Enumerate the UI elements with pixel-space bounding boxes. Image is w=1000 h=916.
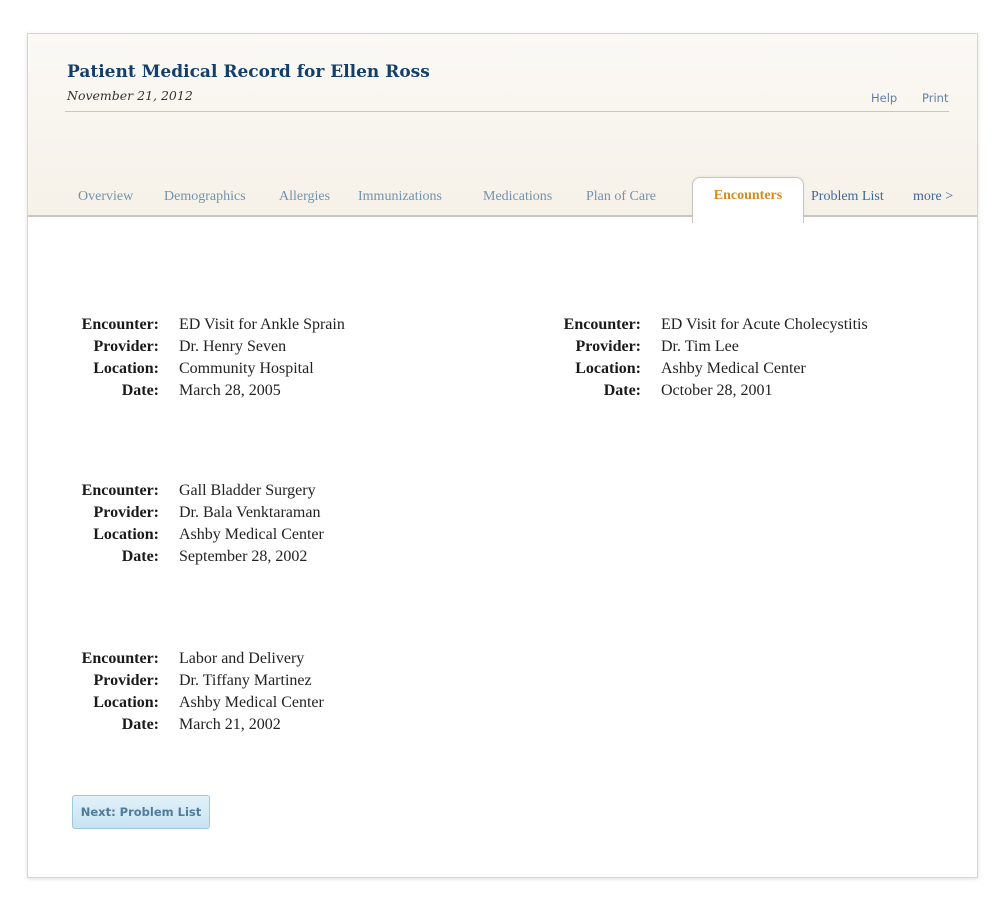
tab-encounters[interactable]: Encounters (692, 177, 804, 223)
encounter-label: Encounter: (81, 650, 159, 667)
page-title: Patient Medical Record for Ellen Ross (67, 62, 430, 82)
tab-bar: Overview Demographics Allergies Immuniza… (28, 177, 977, 223)
date-value: March 21, 2002 (179, 716, 281, 733)
print-link[interactable]: Print (922, 91, 948, 105)
location-label: Location: (93, 360, 159, 377)
tab-more[interactable]: more > (913, 189, 953, 205)
provider-value: Dr. Tim Lee (661, 338, 739, 355)
encounter-value: ED Visit for Ankle Sprain (179, 316, 345, 333)
date-label: Date: (603, 382, 641, 399)
encounter-label: Encounter: (81, 482, 159, 499)
encounter-entry: Encounter: ED Visit for Acute Cholecystit… (548, 314, 868, 402)
tab-allergies[interactable]: Allergies (279, 189, 330, 205)
tab-plan-of-care[interactable]: Plan of Care (586, 189, 656, 205)
encounter-entry: Encounter: Gall Bladder Surgery Provider:… (66, 480, 324, 568)
tab-overview[interactable]: Overview (78, 189, 133, 205)
date-value: March 28, 2005 (179, 382, 281, 399)
provider-value: Dr. Bala Venktaraman (179, 504, 321, 521)
provider-label: Provider: (93, 338, 159, 355)
location-label: Location: (575, 360, 641, 377)
tab-problem-list[interactable]: Problem List (811, 189, 884, 205)
location-value: Ashby Medical Center (179, 526, 324, 543)
date-label: Date: (121, 548, 159, 565)
provider-value: Dr. Tiffany Martinez (179, 672, 312, 689)
location-value: Ashby Medical Center (179, 694, 324, 711)
date-label: Date: (121, 716, 159, 733)
provider-label: Provider: (575, 338, 641, 355)
next-problem-list-button[interactable]: Next: Problem List (72, 795, 210, 829)
date-value: September 28, 2002 (179, 548, 308, 565)
date-value: October 28, 2001 (661, 382, 773, 399)
encounter-value: ED Visit for Acute Cholecystitis (661, 316, 868, 333)
encounter-entry: Encounter: Labor and Delivery Provider: Dr… (66, 648, 324, 736)
record-header: Patient Medical Record for Ellen Ross No… (28, 34, 977, 223)
record-card: Patient Medical Record for Ellen Ross No… (27, 33, 978, 878)
provider-value: Dr. Henry Seven (179, 338, 287, 355)
provider-label: Provider: (93, 504, 159, 521)
encounter-label: Encounter: (563, 316, 641, 333)
location-value: Ashby Medical Center (661, 360, 806, 377)
location-label: Location: (93, 694, 159, 711)
date-label: Date: (121, 382, 159, 399)
encounter-entry: Encounter: ED Visit for Ankle Sprain Prov… (66, 314, 345, 402)
record-date: November 21, 2012 (67, 88, 193, 103)
tab-demographics[interactable]: Demographics (164, 189, 246, 205)
encounter-label: Encounter: (81, 316, 159, 333)
provider-label: Provider: (93, 672, 159, 689)
tab-immunizations[interactable]: Immunizations (358, 189, 442, 205)
encounter-value: Gall Bladder Surgery (179, 482, 316, 499)
location-label: Location: (93, 526, 159, 543)
tab-medications[interactable]: Medications (483, 189, 552, 205)
header-divider (65, 111, 949, 112)
help-link[interactable]: Help (871, 91, 897, 105)
location-value: Community Hospital (179, 360, 314, 377)
encounter-value: Labor and Delivery (179, 650, 305, 667)
